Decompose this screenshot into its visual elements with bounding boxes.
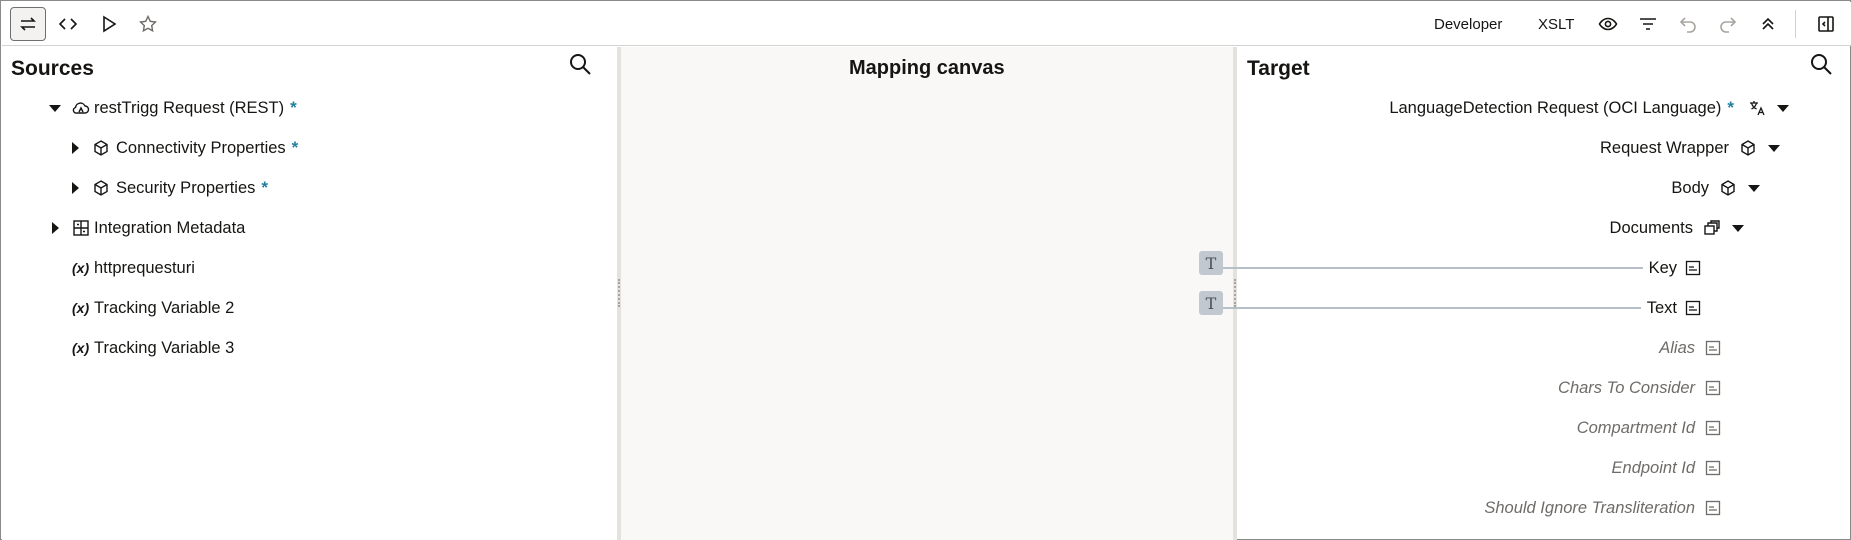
tree-node-label: Should Ignore Transliteration [1484, 498, 1695, 517]
cube-icon [1719, 179, 1737, 197]
sources-panel: Sources restTrigg Request (REST) * Conne… [2, 47, 617, 540]
rest-cloud-icon [72, 99, 90, 117]
tree-node-integration-metadata[interactable]: Integration Metadata [48, 214, 245, 242]
collection-icon [1703, 219, 1721, 237]
target-node-documents[interactable]: Documents [1237, 214, 1745, 242]
string-type-icon [1705, 460, 1721, 476]
target-node-body[interactable]: Body [1237, 174, 1761, 202]
collapse-all-icon[interactable] [1750, 7, 1786, 41]
caret-right-icon[interactable] [68, 181, 82, 195]
toolbar: Developer XSLT [2, 2, 1851, 46]
play-icon[interactable] [90, 7, 126, 41]
function-chip-text[interactable]: T [1199, 291, 1223, 315]
tree-node-label: Text [1646, 298, 1677, 317]
tree-node-label: httprequesturi [94, 258, 195, 277]
tree-node-label: Request Wrapper [1599, 138, 1729, 157]
filter-icon[interactable] [1630, 7, 1666, 41]
tree-node-label: restTrigg Request (REST) [94, 98, 285, 117]
toolbar-divider [1795, 10, 1796, 38]
search-icon[interactable] [568, 52, 592, 76]
tree-node-label: Tracking Variable 2 [94, 298, 235, 317]
variable-icon: (x) [72, 340, 90, 356]
caret-down-icon[interactable] [48, 101, 62, 115]
sources-title: Sources [11, 57, 94, 80]
tree-node-label: LanguageDetection Request (OCI Language) [1389, 98, 1722, 117]
caret-right-icon[interactable] [68, 141, 82, 155]
tree-node-label: Alias [1659, 338, 1695, 357]
required-marker: * [261, 178, 269, 197]
variable-icon: (x) [72, 260, 90, 276]
target-leaf-endpoint-id[interactable]: Endpoint Id [1237, 454, 1721, 482]
target-leaf-chars-to-consider[interactable]: Chars To Consider [1237, 374, 1721, 402]
target-leaf-text[interactable]: Text [1237, 294, 1701, 322]
string-type-icon [1705, 500, 1721, 516]
caret-right-icon[interactable] [48, 221, 62, 235]
variable-icon: (x) [72, 300, 90, 316]
grid-box-icon [72, 219, 90, 237]
mapper-window: Developer XSLT Sources restTrigg Request… [0, 0, 1851, 540]
target-leaf-should-ignore-transliteration[interactable]: Should Ignore Transliteration [1237, 494, 1721, 522]
tree-node-label: Key [1648, 258, 1677, 277]
tree-node-label: Security Properties [116, 178, 256, 197]
tree-node-label: Chars To Consider [1558, 378, 1695, 397]
tree-node-label: Tracking Variable 3 [94, 338, 235, 357]
required-marker: * [290, 98, 297, 117]
eye-icon[interactable] [1590, 7, 1626, 41]
splitter-grip[interactable] [618, 279, 620, 307]
tree-node-label: Documents [1609, 218, 1693, 237]
target-leaf-alias[interactable]: Alias [1237, 334, 1721, 362]
canvas-title: Mapping canvas [849, 57, 1005, 79]
required-marker: * [1727, 98, 1734, 117]
string-type-icon [1685, 300, 1701, 316]
required-marker: * [291, 138, 299, 157]
tree-node-label: Body [1671, 178, 1709, 197]
panel-toggle-icon[interactable] [1808, 7, 1844, 41]
string-type-icon [1705, 340, 1721, 356]
swap-icon[interactable] [10, 7, 46, 41]
string-type-icon [1685, 260, 1701, 276]
tree-node-tracking-variable-3[interactable]: (x) Tracking Variable 3 [72, 334, 234, 362]
mapping-canvas[interactable]: Mapping canvas [621, 47, 1233, 540]
function-chip-key[interactable]: T [1199, 251, 1223, 275]
undo-icon[interactable] [1670, 7, 1706, 41]
tree-node-label: Integration Metadata [94, 218, 246, 237]
search-icon[interactable] [1809, 52, 1833, 76]
translate-icon [1748, 99, 1766, 117]
tree-node-security-properties[interactable]: Security Properties * [68, 174, 268, 202]
target-node-languagedetection-request[interactable]: LanguageDetection Request (OCI Language)… [1250, 94, 1850, 122]
caret-down-icon[interactable] [1731, 221, 1745, 235]
tree-node-label: Compartment Id [1576, 418, 1695, 437]
tree-node-connectivity-properties[interactable]: Connectivity Properties * [68, 134, 298, 162]
cube-icon [1739, 139, 1757, 157]
cube-icon [92, 139, 110, 157]
string-type-icon [1705, 380, 1721, 396]
redo-icon[interactable] [1710, 7, 1746, 41]
caret-down-icon[interactable] [1747, 181, 1761, 195]
string-type-icon [1705, 420, 1721, 436]
tree-node-httprequesturi[interactable]: (x) httprequesturi [72, 254, 195, 282]
xslt-button[interactable]: XSLT [1538, 16, 1574, 33]
caret-down-icon[interactable] [1776, 101, 1790, 115]
tree-node-resttrigg-request[interactable]: restTrigg Request (REST) * [48, 94, 297, 122]
star-icon[interactable] [130, 7, 166, 41]
target-title: Target [1247, 57, 1310, 80]
developer-button[interactable]: Developer [1434, 16, 1502, 33]
code-icon[interactable] [50, 7, 86, 41]
tree-node-tracking-variable-2[interactable]: (x) Tracking Variable 2 [72, 294, 234, 322]
target-node-request-wrapper[interactable]: Request Wrapper [1237, 134, 1781, 162]
tree-node-label: Endpoint Id [1611, 458, 1695, 477]
target-leaf-compartment-id[interactable]: Compartment Id [1237, 414, 1721, 442]
tree-node-label: Connectivity Properties [116, 138, 286, 157]
caret-down-icon[interactable] [1767, 141, 1781, 155]
splitter-grip[interactable] [1234, 279, 1236, 307]
cube-icon [92, 179, 110, 197]
target-leaf-key[interactable]: Key [1237, 254, 1701, 282]
